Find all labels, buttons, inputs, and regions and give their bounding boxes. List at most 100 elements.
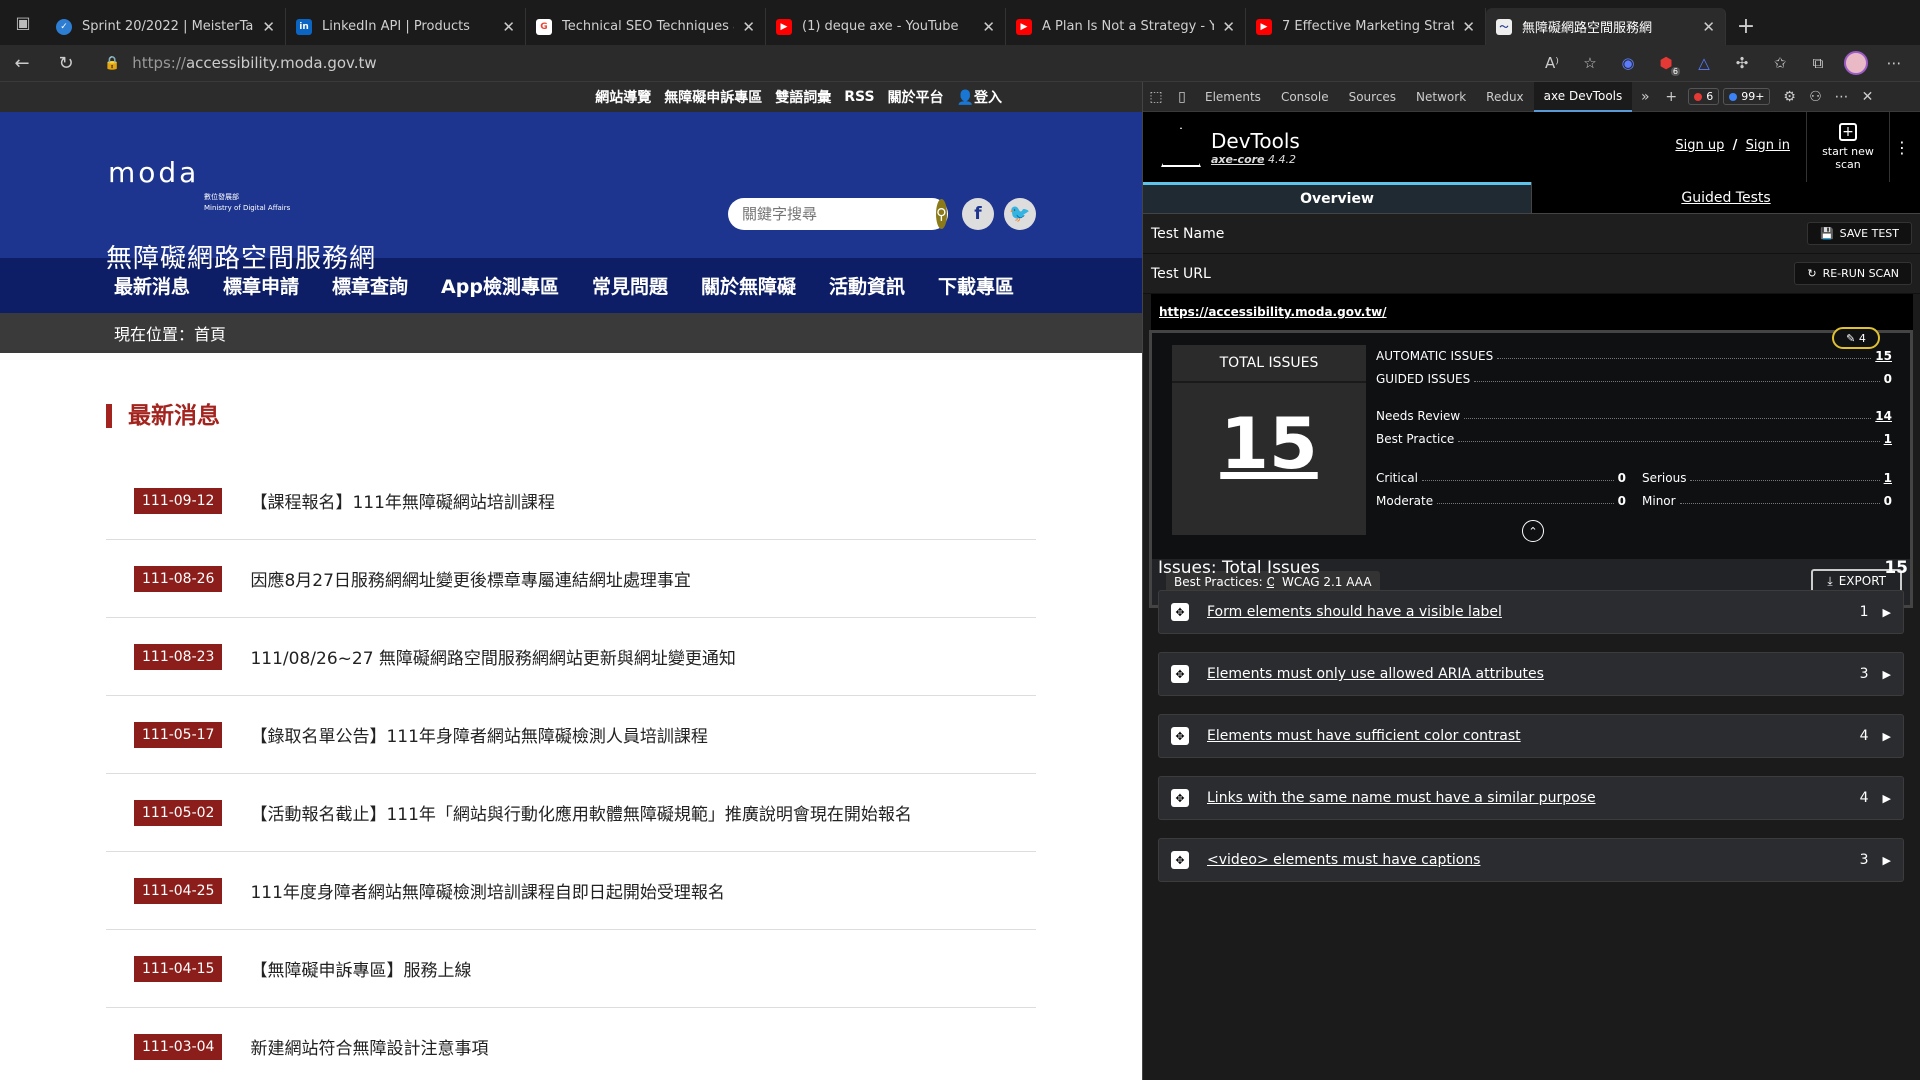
settings-icon[interactable]: ⚙ [1776,89,1802,105]
url-field[interactable]: 🔒 https://accessibility.moda.gov.tw [104,49,377,77]
signup-link[interactable]: Sign up [1675,138,1724,153]
close-devtools-icon[interactable]: ✕ [1854,89,1880,105]
news-item[interactable]: 111-05-17 【錄取名單公告】111年身障者網站無障礙檢測人員培訓課程 [106,696,1036,774]
browser-tab[interactable]: in LinkedIn API | Products ✕ [286,8,526,45]
favorites-icon[interactable]: ✩ [1766,49,1794,77]
util-link[interactable]: 網站導覽 [595,87,651,107]
tab-overview[interactable]: Overview [1143,182,1531,214]
devtools-tab[interactable]: Redux [1476,82,1534,112]
more-options-icon[interactable]: ⋯ [1828,89,1854,105]
browser-tab-active[interactable]: 〜無障礙網路空間服務網 ✕ [1486,8,1726,45]
twitter-icon[interactable]: 🐦 [1004,198,1036,230]
news-title[interactable]: 【錄取名單公告】111年身障者網站無障礙檢測人員培訓課程 [250,722,707,747]
news-title[interactable]: 111年度身障者網站無障礙檢測培訓課程自即日起開始受理報名 [250,878,724,903]
nav-item[interactable]: 關於無障礙 [701,272,796,299]
tab-guided-tests[interactable]: Guided Tests [1531,182,1920,214]
devtools-tab-active[interactable]: axe DevTools [1533,81,1633,112]
issue-title[interactable]: Links with the same name must have a sim… [1207,790,1839,806]
nav-item[interactable]: 標章申請 [223,272,299,299]
issue-title[interactable]: Form elements should have a visible labe… [1207,604,1839,620]
extension-icon[interactable]: ◉ [1614,49,1642,77]
highlight-target-icon[interactable]: ✥ [1171,727,1189,745]
browser-tab[interactable]: ✓ Sprint 20/2022 | MeisterTask ✕ [46,8,286,45]
issue-row[interactable]: ✥ Elements must have sufficient color con… [1158,714,1904,758]
issue-title[interactable]: Elements must have sufficient color cont… [1207,728,1839,744]
axe-core-link[interactable]: axe-core [1211,153,1265,166]
issue-row[interactable]: ✥ Elements must only use allowed ARIA att… [1158,652,1904,696]
favorite-add-icon[interactable]: ☆ [1576,49,1604,77]
issue-row[interactable]: ✥ <video> elements must have captions 3 ▶ [1158,838,1904,882]
issue-title[interactable]: Elements must only use allowed ARIA attr… [1207,666,1839,682]
login-link[interactable]: 👤登入 [957,87,1002,107]
add-tab-icon[interactable]: + [1658,89,1684,105]
browser-tab[interactable]: G Technical SEO Techniques and ✕ [526,8,766,45]
serious-count[interactable]: 1 [1884,471,1892,485]
close-icon[interactable]: ✕ [502,18,515,36]
devtools-tab[interactable]: Network [1406,82,1476,112]
util-link[interactable]: 關於平台 [888,87,944,107]
search-button[interactable]: ⚲ [936,199,947,229]
highlight-target-icon[interactable]: ✥ [1171,603,1189,621]
remote-devices-icon[interactable]: ⚇ [1802,89,1828,105]
signin-link[interactable]: Sign in [1746,138,1790,153]
search-input[interactable] [742,205,936,223]
browser-tab[interactable]: ▶ A Plan Is Not a Strategy - YouT ✕ [1006,8,1246,45]
kebab-menu-icon[interactable]: ⋮ [1894,138,1910,157]
back-icon[interactable]: ← [0,45,44,82]
close-icon[interactable]: ✕ [262,18,275,36]
nav-item[interactable]: 下載專區 [938,272,1014,299]
close-icon[interactable]: ✕ [1702,18,1715,36]
close-icon[interactable]: ✕ [1462,18,1475,36]
total-issues-count[interactable]: 15 [1172,403,1366,485]
close-icon[interactable]: ✕ [982,18,995,36]
nav-item[interactable]: 常見問題 [592,272,668,299]
news-item[interactable]: 111-09-12 【課程報名】111年無障礙網站培訓課程 [106,462,1036,540]
news-item[interactable]: 111-05-02 【活動報名截止】111年「網站與行動化應用軟體無障礙規範」推廣… [106,774,1036,852]
needs-review-count[interactable]: 14 [1875,409,1892,423]
device-toolbar-icon[interactable]: ▯ [1169,89,1195,105]
profile-icon[interactable] [1842,49,1870,77]
site-logo[interactable]: moda [108,156,199,189]
rerun-scan-button[interactable]: ↻ RE-RUN SCAN [1794,262,1912,285]
extension-badge-icon[interactable]: ⬢ 6 [1652,49,1680,77]
collections-icon[interactable]: ⧉ [1804,49,1832,77]
drive-icon[interactable]: △ [1690,49,1718,77]
news-item[interactable]: 111-04-15 【無障礙申訴專區】服務上線 [106,930,1036,1008]
news-item[interactable]: 111-08-23 111/08/26~27 無障礙網路空間服務網網站更新與網址變… [106,618,1036,696]
nav-item[interactable]: App檢測專區 [441,272,559,299]
more-icon[interactable]: ⋯ [1880,49,1908,77]
devtools-tab[interactable]: Sources [1339,82,1406,112]
inspect-icon[interactable]: ⬚ [1143,89,1169,105]
facebook-icon[interactable]: f [962,198,994,230]
highlight-target-icon[interactable]: ✥ [1171,665,1189,683]
news-title[interactable]: 【無障礙申訴專區】服務上線 [250,956,471,981]
close-icon[interactable]: ✕ [742,18,755,36]
devtools-tab[interactable]: Elements [1195,82,1271,112]
new-tab-button[interactable]: + [1726,8,1766,45]
util-link[interactable]: 雙語詞彙 [775,87,831,107]
browser-tab[interactable]: ▶ 7 Effective Marketing Strategie ✕ [1246,8,1486,45]
read-aloud-icon[interactable]: A⁾ [1538,49,1566,77]
error-count[interactable]: 6 [1688,88,1720,105]
news-title[interactable]: 111/08/26~27 無障礙網路空間服務網網站更新與網址變更通知 [250,644,735,669]
news-item[interactable]: 111-03-04 新建網站符合無障設計注意事項 [106,1008,1036,1080]
nav-item[interactable]: 標章查詢 [332,272,408,299]
best-practice-count[interactable]: 1 [1884,432,1892,446]
news-title[interactable]: 因應8月27日服務網網址變更後標章專屬連結網址處理事宜 [250,566,690,591]
reload-icon[interactable]: ↻ [44,45,88,82]
collapse-summary-icon[interactable]: ⌃ [1522,520,1544,542]
warning-count[interactable]: 99+ [1723,88,1771,105]
news-title[interactable]: 【活動報名截止】111年「網站與行動化應用軟體無障礙規範」推廣說明會現在開始報名 [250,800,911,825]
news-item[interactable]: 111-04-25 111年度身障者網站無障礙檢測培訓課程自即日起開始受理報名 [106,852,1036,930]
nav-item[interactable]: 活動資訊 [829,272,905,299]
browser-tab[interactable]: ▶ (1) deque axe - YouTube ✕ [766,8,1006,45]
issue-row[interactable]: ✥ Links with the same name must have a si… [1158,776,1904,820]
close-icon[interactable]: ✕ [1222,18,1235,36]
more-tabs-icon[interactable]: » [1632,89,1658,105]
issue-row[interactable]: ✥ Form elements should have a visible lab… [1158,590,1904,634]
util-link[interactable]: 無障礙申訴專區 [664,87,762,107]
highlight-target-icon[interactable]: ✥ [1171,851,1189,869]
news-item[interactable]: 111-08-26 因應8月27日服務網網址變更後標章專屬連結網址處理事宜 [106,540,1036,618]
test-url-link[interactable]: https://accessibility.moda.gov.tw/ [1151,294,1913,330]
util-link[interactable]: RSS [844,89,874,105]
